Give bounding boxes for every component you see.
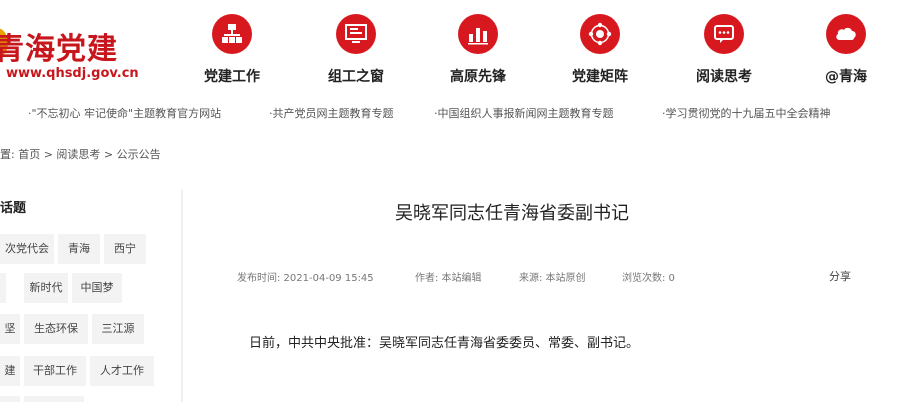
view-count: 浏览次数: 0 [622,273,675,284]
nav-label: @青海 [825,69,867,85]
site-header: 青海党建 www.qhsdj.gov.cn 党建工作 组工之窗 高原先锋 党建矩… [0,0,900,92]
breadcrumb[interactable]: 置: 首页 > 阅读思考 > 公示公告 [0,146,161,162]
topic-tag[interactable]: 新时代 [24,273,68,303]
article-source: 来源: 本站原创 [519,273,586,284]
nav-label: 党建工作 [204,69,260,85]
topic-tag-partial[interactable] [24,396,84,402]
nav-label: 高原先锋 [450,69,506,85]
topic-link[interactable]: ·学习贯彻党的十九届五中全会精神 [662,105,831,121]
topic-tag[interactable]: 干部工作 [24,356,86,386]
screen-icon [336,14,376,54]
nav-label: 阅读思考 [696,69,752,85]
article-body: 日前，中共中央批准：吴晓军同志任青海省委委员、常委、副书记。 [249,336,640,351]
topic-tag-partial[interactable] [0,273,6,303]
logo-url: www.qhsdj.gov.cn [6,66,139,81]
topic-tag[interactable]: 生态环保 [24,314,88,344]
sidebar-title: 话题 [0,201,27,216]
topic-tag[interactable]: 青海 [58,234,100,264]
article-title: 吴晓军同志任青海省委副书记 [395,203,629,224]
topic-tag[interactable]: 次党代会 [0,234,54,264]
bar-chart-icon [458,14,498,54]
topic-links-bar: ·"不忘初心 牢记使命"主题教育官方网站 ·共产党员网主题教育专题 ·中国组织人… [0,105,900,125]
topic-tag-partial[interactable] [0,396,20,402]
logo-title: 青海党建 [0,32,118,67]
nav-item-qinghai[interactable]: @青海 [800,12,890,88]
topic-link[interactable]: ·共产党员网主题教育专题 [269,105,394,121]
topic-tag[interactable]: 建 [0,356,20,386]
topic-tag[interactable]: 人才工作 [90,356,154,386]
topic-link[interactable]: ·"不忘初心 牢记使命"主题教育官方网站 [28,105,221,121]
site-logo[interactable]: 青海党建 www.qhsdj.gov.cn [0,14,146,84]
cloud-icon [826,14,866,54]
topic-link[interactable]: ·中国组织人事报新闻网主题教育专题 [434,105,614,121]
nav-item-gaoyuan[interactable]: 高原先锋 [432,12,522,88]
topic-tag[interactable]: 西宁 [104,234,146,264]
topic-tag[interactable]: 中国梦 [72,273,122,303]
chat-icon [704,14,744,54]
org-chart-icon [212,14,252,54]
share-button[interactable]: 分享 [829,268,851,284]
column-divider [181,189,183,402]
topic-tag[interactable]: 坚 [0,314,20,344]
network-icon [580,14,620,54]
article-author: 作者: 本站编辑 [415,273,482,284]
nav-label: 党建矩阵 [572,69,628,85]
nav-label: 组工之窗 [328,69,384,85]
topic-tag[interactable]: 三江源 [92,314,144,344]
nav-item-yuedu[interactable]: 阅读思考 [678,12,768,88]
publish-time: 发布时间: 2021-04-09 15:45 [237,273,374,284]
nav-item-dangjian[interactable]: 党建工作 [186,12,276,88]
nav-item-zugong[interactable]: 组工之窗 [310,12,400,88]
nav-item-juzhen[interactable]: 党建矩阵 [554,12,644,88]
